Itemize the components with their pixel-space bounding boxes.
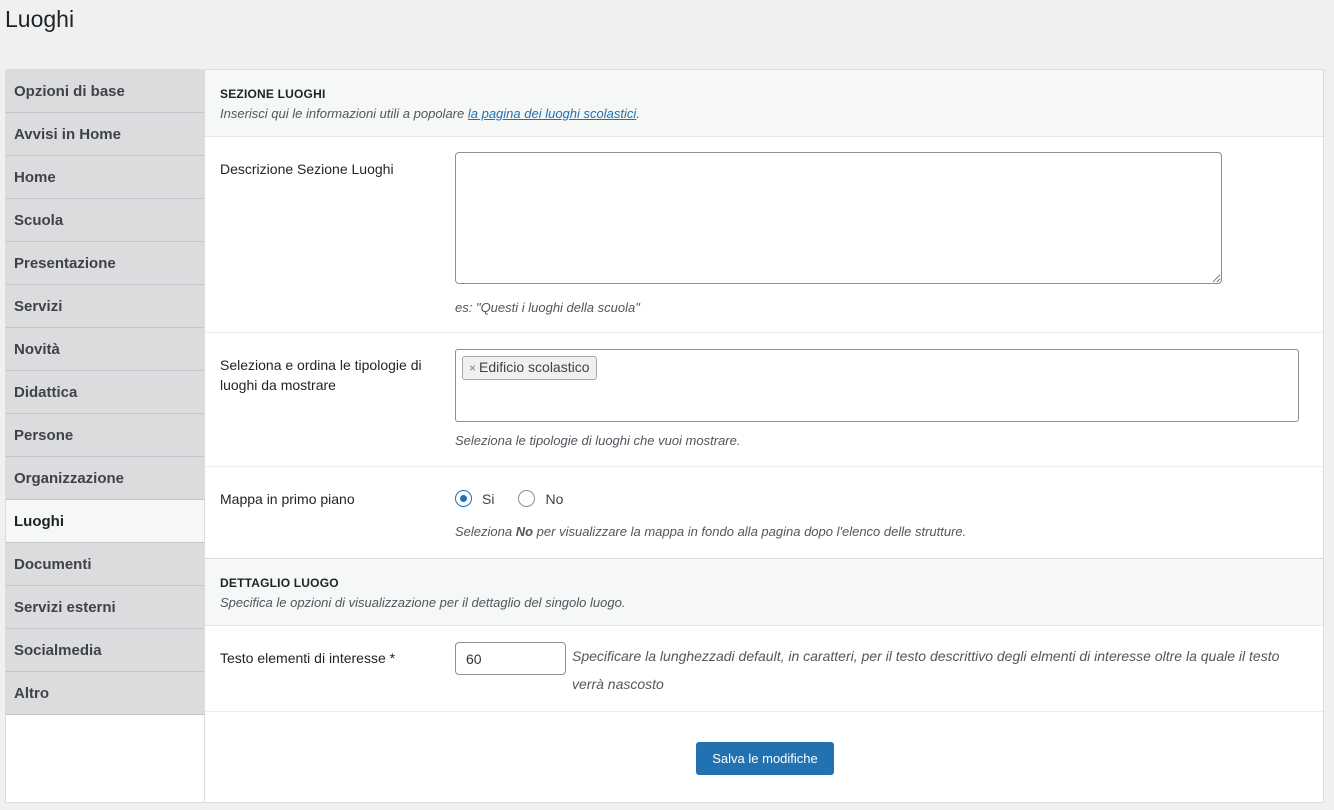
mappa-help-suffix: per visualizzare la mappa in fondo alla …	[533, 524, 967, 539]
testo-elementi-input[interactable]	[455, 642, 566, 675]
selected-tag: × Edificio scolastico	[462, 356, 597, 380]
testo-elementi-row: Testo elementi di interesse * Specificar…	[205, 626, 1323, 712]
sidebar-item-scuola[interactable]: Scuola	[6, 199, 204, 242]
tipologie-help: Seleziona le tipologie di luoghi che vuo…	[455, 433, 741, 448]
descrizione-help: es: "Questi i luoghi della scuola"	[455, 300, 640, 315]
testo-elementi-help: Specificare la lunghezzadi default, in c…	[572, 648, 1280, 692]
sidebar-item-servizi[interactable]: Servizi	[6, 285, 204, 328]
sidebar-item-servizi-esterni[interactable]: Servizi esterni	[6, 586, 204, 629]
radio-no-label[interactable]: No	[545, 491, 563, 507]
sidebar-item-persone[interactable]: Persone	[6, 414, 204, 457]
mappa-row: Mappa in primo piano Si No Seleziona No …	[205, 467, 1323, 559]
sidebar-item-avvisi-in-home[interactable]: Avvisi in Home	[6, 113, 204, 156]
remove-tag-icon[interactable]: ×	[469, 361, 476, 375]
section-title: SEZIONE LUOGHI	[220, 87, 326, 101]
section-header-dettaglio: DETTAGLIO LUOGO Specifica le opzioni di …	[205, 559, 1323, 626]
section-header-luoghi: SEZIONE LUOGHI Inserisci qui le informaz…	[205, 70, 1323, 137]
mappa-help: Seleziona No per visualizzare la mappa i…	[455, 524, 966, 539]
sidebar-item-home[interactable]: Home	[6, 156, 204, 199]
selected-tag-label: Edificio scolastico	[479, 359, 590, 375]
section-description-end: .	[636, 106, 640, 121]
save-button[interactable]: Salva le modifiche	[696, 742, 834, 775]
mappa-help-prefix: Seleziona	[455, 524, 516, 539]
tipologie-row: Seleziona e ordina le tipologie di luogh…	[205, 333, 1323, 467]
sidebar-item-novita[interactable]: Novità	[6, 328, 204, 371]
luoghi-page-link[interactable]: la pagina dei luoghi scolastici	[468, 106, 636, 121]
descrizione-label: Descrizione Sezione Luoghi	[220, 161, 394, 177]
section-description: Inserisci qui le informazioni utili a po…	[220, 106, 1308, 121]
settings-sidebar: Opzioni di base Avvisi in Home Home Scuo…	[6, 70, 204, 802]
mappa-help-bold: No	[515, 524, 534, 539]
sidebar-item-presentazione[interactable]: Presentazione	[6, 242, 204, 285]
sidebar-item-organizzazione[interactable]: Organizzazione	[6, 457, 204, 500]
section-title: DETTAGLIO LUOGO	[220, 576, 339, 590]
mappa-label: Mappa in primo piano	[220, 491, 355, 507]
sidebar-item-altro[interactable]: Altro	[6, 672, 204, 715]
testo-elementi-field: Specificare la lunghezzadi default, in c…	[455, 642, 1305, 698]
tipologie-field: × Edificio scolastico	[455, 349, 1299, 422]
sidebar-item-opzioni-di-base[interactable]: Opzioni di base	[6, 70, 204, 113]
descrizione-field	[455, 152, 1222, 289]
sidebar-item-documenti[interactable]: Documenti	[6, 543, 204, 586]
mappa-radio-group: Si No	[455, 490, 563, 507]
tipologie-label: Seleziona e ordina le tipologie di luogh…	[220, 357, 422, 393]
page-title: Luoghi	[5, 6, 75, 32]
radio-no[interactable]	[518, 490, 536, 507]
sidebar-item-socialmedia[interactable]: Socialmedia	[6, 629, 204, 672]
testo-elementi-label: Testo elementi di interesse *	[220, 650, 396, 666]
tipologie-multiselect[interactable]: × Edificio scolastico	[455, 349, 1299, 422]
section-description-text: Inserisci qui le informazioni utili a po…	[220, 106, 468, 121]
settings-content: SEZIONE LUOGHI Inserisci qui le informaz…	[204, 70, 1323, 802]
settings-panel: Opzioni di base Avvisi in Home Home Scuo…	[5, 69, 1324, 803]
radio-si[interactable]	[455, 490, 472, 507]
descrizione-row: Descrizione Sezione Luoghi es: "Questi i…	[205, 137, 1323, 333]
descrizione-textarea[interactable]	[455, 152, 1222, 284]
sidebar-item-didattica[interactable]: Didattica	[6, 371, 204, 414]
section-description: Specifica le opzioni di visualizzazione …	[220, 595, 626, 610]
sidebar-item-luoghi[interactable]: Luoghi	[6, 500, 204, 543]
radio-si-label[interactable]: Si	[482, 491, 494, 507]
